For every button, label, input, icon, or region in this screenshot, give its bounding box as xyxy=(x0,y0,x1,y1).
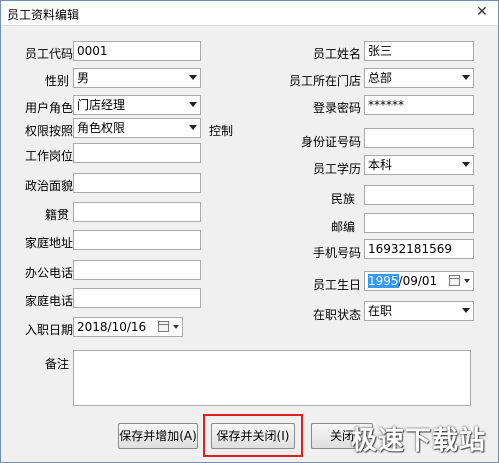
permission-suffix-label: 控制 xyxy=(209,124,234,138)
mobile-field[interactable]: 16932181569 xyxy=(364,239,474,259)
store-label: 员工所在门店 xyxy=(289,74,362,88)
political-status-label: 政治面貌 xyxy=(25,179,74,193)
user-role-value: 门店经理 xyxy=(77,98,126,112)
native-place-field[interactable] xyxy=(73,202,201,222)
birthday-year-selected: 1995 xyxy=(368,274,399,288)
password-label: 登录密码 xyxy=(313,101,362,115)
chevron-down-icon xyxy=(462,308,470,313)
home-phone-label: 家庭电话 xyxy=(25,294,74,308)
office-phone-label: 办公电话 xyxy=(25,266,74,280)
remark-textarea[interactable] xyxy=(73,350,471,406)
user-role-select[interactable]: 门店经理 xyxy=(73,95,201,115)
chevron-down-icon xyxy=(462,75,470,80)
position-field[interactable] xyxy=(73,143,201,163)
employment-status-label: 在职状态 xyxy=(313,308,362,322)
password-field[interactable]: ****** xyxy=(364,95,474,115)
window-title: 员工资料编辑 xyxy=(7,8,80,22)
office-phone-field[interactable] xyxy=(73,260,201,280)
watermark-text: 极速下载站 xyxy=(351,426,487,456)
gender-value: 男 xyxy=(77,71,90,85)
home-address-label: 家庭地址 xyxy=(25,236,74,250)
birthday-rest: /09/01 xyxy=(398,274,438,288)
store-value: 总部 xyxy=(368,71,393,85)
remark-label: 备注 xyxy=(45,357,70,371)
education-select[interactable]: 本科 xyxy=(364,155,474,175)
chevron-down-icon[interactable] xyxy=(464,279,470,283)
employee-name-label: 员工姓名 xyxy=(313,47,362,61)
title-bar: 员工资料编辑 ✕ xyxy=(1,1,498,26)
chevron-down-icon xyxy=(462,162,470,167)
save-and-add-button[interactable]: 保存并增加(A) xyxy=(118,423,198,449)
chevron-down-icon[interactable] xyxy=(173,325,179,329)
education-label: 员工学历 xyxy=(313,162,362,176)
employment-status-value: 在职 xyxy=(368,304,393,318)
birthday-label: 员工生日 xyxy=(313,278,362,292)
native-place-label: 籍贯 xyxy=(45,208,70,222)
political-status-field[interactable] xyxy=(73,173,201,193)
chevron-down-icon xyxy=(189,75,197,80)
birthday-picker[interactable]: 1995/09/01 xyxy=(364,271,474,291)
employee-code-field[interactable]: 0001 xyxy=(73,41,201,61)
hire-date-value: 2018/10/16 xyxy=(77,320,147,334)
chevron-down-icon xyxy=(189,125,197,130)
ethnicity-field[interactable] xyxy=(364,185,474,205)
calendar-icon[interactable] xyxy=(449,275,460,286)
permission-label: 权限按照 xyxy=(25,124,74,138)
chevron-down-icon xyxy=(189,102,197,107)
permission-select[interactable]: 角色权限 xyxy=(73,118,201,138)
close-icon[interactable]: ✕ xyxy=(474,4,490,20)
employee-name-field[interactable]: 张三 xyxy=(364,41,474,61)
position-label: 工作岗位 xyxy=(25,149,74,163)
employee-edit-dialog: 员工资料编辑 ✕ 员工代码 0001 性别 男 用户角色 门店经理 权限按照 角… xyxy=(0,0,499,463)
calendar-icon[interactable] xyxy=(158,321,169,332)
hire-date-picker[interactable]: 2018/10/16 xyxy=(73,317,183,337)
employment-status-select[interactable]: 在职 xyxy=(364,301,474,321)
hire-date-label: 入职日期 xyxy=(25,323,74,337)
id-card-label: 身份证号码 xyxy=(301,135,362,149)
user-role-label: 用户角色 xyxy=(25,101,74,115)
store-select[interactable]: 总部 xyxy=(364,68,474,88)
save-and-close-button[interactable]: 保存并关闭(I) xyxy=(211,423,295,449)
education-value: 本科 xyxy=(368,158,393,172)
postcode-label: 邮编 xyxy=(331,220,356,234)
home-phone-field[interactable] xyxy=(73,288,201,308)
id-card-field[interactable] xyxy=(364,128,474,148)
permission-value: 角色权限 xyxy=(77,121,126,135)
postcode-field[interactable] xyxy=(364,213,474,233)
mobile-label: 手机号码 xyxy=(313,246,362,260)
gender-select[interactable]: 男 xyxy=(73,68,201,88)
home-address-field[interactable] xyxy=(73,230,201,250)
ethnicity-label: 民族 xyxy=(331,192,356,206)
gender-label: 性别 xyxy=(45,74,70,88)
employee-code-label: 员工代码 xyxy=(25,47,74,61)
